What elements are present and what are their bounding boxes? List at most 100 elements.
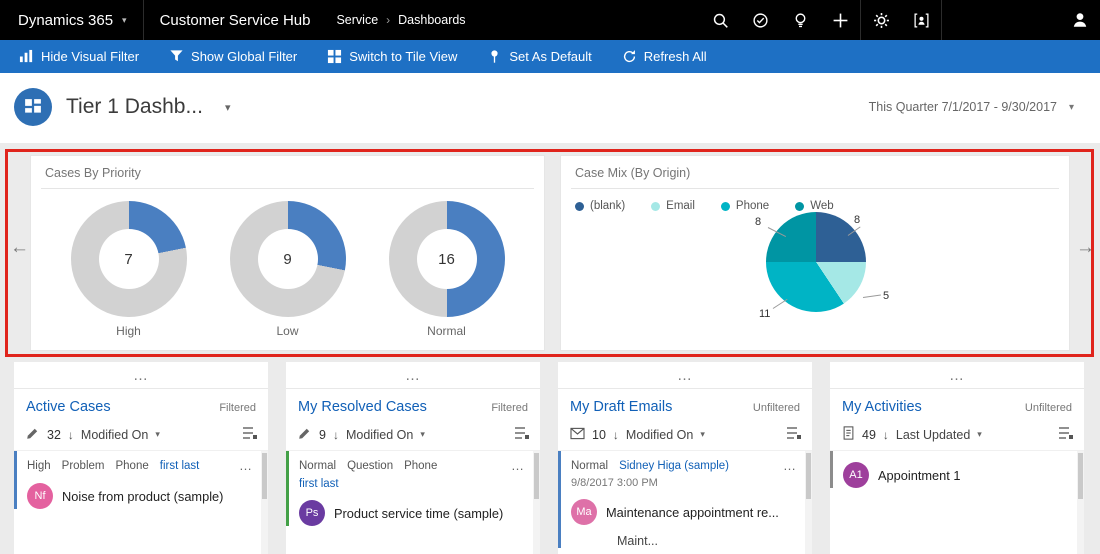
item-title[interactable]: Maintenance appointment re... [606, 505, 779, 520]
breadcrumb-page[interactable]: Dashboards [398, 13, 465, 27]
command-label: Show Global Filter [191, 49, 298, 64]
support-icon[interactable] [901, 0, 941, 40]
legend-label: Phone [735, 200, 770, 212]
scrollbar[interactable] [533, 451, 540, 554]
dynamics-brand[interactable]: Dynamics 365 ▾ [18, 12, 127, 29]
donut-hole: 7 [98, 229, 159, 289]
settings-gear-icon[interactable] [861, 0, 901, 40]
refresh-all-button[interactable]: Refresh All [607, 40, 722, 73]
command-label: Set As Default [509, 49, 592, 64]
sort-field[interactable]: Modified On [346, 428, 413, 442]
lightbulb-icon[interactable] [780, 0, 820, 40]
avatar: Ma [571, 499, 597, 525]
chevron-down-icon[interactable]: ▾ [155, 429, 160, 440]
stream-item[interactable]: Normal Question Phone … first last Ps Pr… [286, 451, 540, 526]
scrollbar-thumb[interactable] [262, 453, 267, 499]
scrollbar-thumb[interactable] [534, 453, 539, 499]
view-selector-icon[interactable] [242, 426, 258, 443]
scrollbar-thumb[interactable] [806, 453, 811, 499]
legend-item-web[interactable]: Web [795, 200, 834, 212]
sort-field[interactable]: Modified On [81, 428, 148, 442]
sort-field[interactable]: Modified On [626, 428, 693, 442]
scrollbar-thumb[interactable] [1078, 453, 1083, 499]
stream-title[interactable]: My Draft Emails [570, 399, 672, 415]
legend-item-email[interactable]: Email [651, 200, 695, 212]
item-contact-link[interactable]: Sidney Higa (sample) [619, 460, 729, 472]
view-selector-icon[interactable] [1058, 426, 1074, 443]
sort-direction-icon[interactable]: ↓ [333, 428, 339, 442]
top-navigation-bar: Dynamics 365 ▾ Customer Service Hub Serv… [0, 0, 1100, 40]
card-menu-button[interactable]: … [558, 362, 812, 389]
item-title[interactable]: Appointment 1 [878, 468, 961, 483]
search-icon[interactable] [700, 0, 740, 40]
item-contact-link[interactable]: first last [299, 478, 339, 490]
dashboard-icon [14, 88, 52, 126]
item-tag: Normal [571, 459, 609, 472]
scroll-right-arrow[interactable]: → [1076, 237, 1095, 259]
chevron-down-icon[interactable]: ▾ [420, 429, 425, 440]
sort-field[interactable]: Last Updated [896, 428, 970, 442]
chevron-down-icon[interactable]: ▾ [977, 429, 982, 440]
stream-title[interactable]: Active Cases [26, 399, 111, 415]
legend-item-phone[interactable]: Phone [720, 200, 770, 212]
donut-label: Low [276, 324, 299, 338]
quick-create-plus-icon[interactable] [820, 0, 860, 40]
show-global-filter-button[interactable]: Show Global Filter [154, 40, 312, 73]
guided-help-icon[interactable] [740, 0, 780, 40]
switch-to-tile-view-button[interactable]: Switch to Tile View [312, 40, 472, 73]
card-menu-button[interactable]: … [14, 362, 268, 389]
dashboard-header: Tier 1 Dashb... ▾ This Quarter 7/1/2017 … [0, 73, 1100, 143]
sort-direction-icon[interactable]: ↓ [613, 428, 619, 442]
legend-label: (blank) [590, 200, 626, 212]
item-menu-button[interactable]: … [239, 458, 252, 473]
donut-chart-normal[interactable]: 16 [388, 201, 505, 317]
timeframe-selector[interactable]: This Quarter 7/1/2017 - 9/30/2017 ▾ [869, 100, 1074, 114]
legend-dot [720, 201, 730, 211]
stream-item[interactable]: High Problem Phone first last … Nf Noise… [14, 451, 268, 509]
breadcrumb-area[interactable]: Service [336, 13, 378, 27]
scrollbar[interactable] [805, 451, 812, 554]
pie-leader-line [862, 294, 881, 298]
item-menu-button[interactable]: … [783, 458, 796, 473]
legend-item-blank[interactable]: (blank) [575, 200, 625, 212]
stream-title[interactable]: My Resolved Cases [298, 399, 427, 415]
donut-chart-high[interactable]: 7 [70, 201, 187, 317]
app-name[interactable]: Customer Service Hub [160, 12, 311, 29]
tiles-icon [327, 49, 342, 64]
item-title[interactable]: Noise from product (sample) [62, 489, 223, 504]
donut-hole: 9 [257, 229, 318, 289]
scrollbar[interactable] [261, 451, 268, 554]
stream-item[interactable]: Normal Sidney Higa (sample) … 9/8/2017 3… [558, 451, 812, 548]
donut-group-low: 9 Low [229, 201, 346, 338]
item-contact-link[interactable]: first last [160, 460, 200, 472]
scroll-left-arrow[interactable]: ← [10, 237, 29, 259]
origin-pie[interactable] [766, 212, 866, 312]
view-selector-icon[interactable] [786, 426, 802, 443]
hide-visual-filter-button[interactable]: Hide Visual Filter [4, 40, 154, 73]
filter-state: Filtered [219, 402, 256, 414]
dashboard-selector-chevron-icon[interactable]: ▾ [225, 101, 231, 114]
record-count: 9 [319, 427, 326, 442]
item-title[interactable]: Product service time (sample) [334, 506, 503, 521]
sort-direction-icon[interactable]: ↓ [883, 428, 889, 442]
account-person-icon[interactable] [1060, 0, 1100, 40]
pie-data-label: 5 [883, 290, 890, 302]
avatar: A1 [843, 462, 869, 488]
funnel-icon [169, 49, 184, 64]
item-tag: Phone [115, 459, 149, 472]
cases-by-priority-card: Cases By Priority 7 High 9 Low 16 Normal [30, 155, 545, 351]
view-selector-icon[interactable] [514, 426, 530, 443]
command-label: Hide Visual Filter [41, 49, 140, 64]
donut-chart-low[interactable]: 9 [229, 201, 346, 317]
item-menu-button[interactable]: … [511, 458, 524, 473]
card-menu-button[interactable]: … [830, 362, 1084, 389]
card-menu-button[interactable]: … [286, 362, 540, 389]
scrollbar[interactable] [1077, 451, 1084, 554]
sort-direction-icon[interactable]: ↓ [68, 428, 74, 442]
pencil-icon [26, 426, 40, 443]
set-as-default-button[interactable]: Set As Default [472, 40, 606, 73]
stream-item[interactable]: A1 Appointment 1 [830, 451, 1084, 488]
stream-title[interactable]: My Activities [842, 399, 922, 415]
chevron-down-icon[interactable]: ▾ [700, 429, 705, 440]
pie-data-label: 8 [755, 216, 762, 228]
